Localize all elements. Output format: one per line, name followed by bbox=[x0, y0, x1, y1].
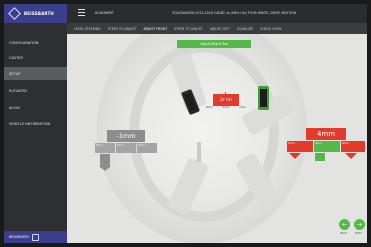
next-button[interactable]: → bbox=[354, 219, 365, 230]
tab-adjust-left[interactable]: ADJUST LEFT bbox=[210, 27, 230, 31]
brand-name: BEISSBARTH bbox=[24, 11, 54, 16]
alignment-scene: Adjust Right Toe 2mm 0mm 0mm 0mm -1mm 0m… bbox=[67, 34, 367, 243]
toe-scale: 0mm 0mm 0mm bbox=[206, 106, 246, 116]
back-label: BACK bbox=[340, 232, 348, 235]
caster-cell: 0mm bbox=[314, 141, 340, 152]
menu-icon[interactable] bbox=[78, 9, 85, 17]
camber-pointer-arrow bbox=[99, 166, 111, 171]
vehicle-info: VOLKSWAGEN 2015-2016 CADDY 4x (MK4+4x) F… bbox=[172, 11, 297, 15]
caster-indicator: 4mm 1mm 0mm 0mm bbox=[287, 128, 365, 161]
tab-check-level[interactable]: CHECK LEVEL bbox=[260, 27, 282, 31]
center-guide bbox=[197, 142, 201, 162]
tab-adjust-front[interactable]: ADJUST FRONT bbox=[143, 27, 167, 31]
logo-diamond-icon bbox=[8, 7, 21, 20]
toe-marker bbox=[225, 92, 226, 106]
camber-cell: 0mm bbox=[137, 143, 157, 153]
sidebar-item-caster[interactable]: CASTER bbox=[4, 51, 67, 64]
right-wheel-icon bbox=[258, 86, 269, 110]
sidebar-item-setup[interactable]: SETUP bbox=[4, 67, 67, 80]
sidebar: BEISSBARTH CONFIGURATION CASTER SETUP EL… bbox=[4, 4, 67, 243]
top-bar: ALIGNMENT VOLKSWAGEN 2015-2016 CADDY 4x … bbox=[67, 4, 367, 23]
camber-value: -1mm bbox=[107, 130, 145, 142]
external-link-icon bbox=[31, 233, 39, 241]
toe-value-badge: 2mm bbox=[213, 94, 239, 106]
camber-scale: 0mm 0mm 0mm bbox=[95, 143, 157, 153]
toe-scale-label: 0mm bbox=[222, 106, 230, 109]
caster-value: 4mm bbox=[306, 128, 346, 140]
instruction-banner: Adjust Right Toe bbox=[177, 40, 251, 48]
caster-pointer-center bbox=[315, 153, 325, 161]
toe-scale-label: 0mm bbox=[206, 106, 213, 109]
camber-indicator: -1mm 0mm 0mm 0mm bbox=[95, 130, 157, 171]
sidebar-item-align[interactable]: ALIGN bbox=[4, 101, 67, 114]
sidebar-item-vehicle-information[interactable]: VEHICLE INFORMATION bbox=[4, 117, 67, 130]
caster-cell: 0mm bbox=[341, 141, 365, 152]
toe-scale-label: 0mm bbox=[239, 106, 246, 109]
sidebar-item-elevated[interactable]: ELEVATED bbox=[4, 84, 67, 97]
tab-steer-to-adjust[interactable]: STEER TO ADJUST bbox=[108, 27, 137, 31]
next-label: NEXT bbox=[355, 232, 362, 235]
tab-level-steering[interactable]: LEVEL STEERING bbox=[74, 27, 101, 31]
app-window: BEISSBARTH CONFIGURATION CASTER SETUP EL… bbox=[4, 4, 367, 243]
step-tabs: LEVEL STEERING STEER TO ADJUST ADJUST FR… bbox=[67, 23, 367, 34]
tab-equalize[interactable]: EQUALIZE bbox=[237, 27, 253, 31]
camber-cell: 0mm bbox=[95, 143, 115, 153]
caster-cell: 1mm bbox=[287, 141, 313, 152]
back-button[interactable]: ← bbox=[339, 219, 350, 230]
caster-pointers bbox=[287, 153, 365, 161]
sidebar-footer-label: BEISSBARTH bbox=[9, 235, 29, 239]
sidebar-footer[interactable]: BEISSBARTH bbox=[4, 231, 67, 243]
sidebar-item-configuration[interactable]: CONFIGURATION bbox=[4, 36, 67, 49]
caster-pointer-left bbox=[289, 153, 301, 159]
page-title: ALIGNMENT bbox=[95, 11, 114, 15]
camber-pointer bbox=[100, 154, 110, 166]
caster-pointer-right bbox=[345, 153, 357, 159]
camber-cell: 0mm bbox=[116, 143, 136, 153]
tab-steer-to-adjust-2[interactable]: STEER TO ADJUST bbox=[174, 27, 203, 31]
caster-scale: 1mm 0mm 0mm bbox=[287, 141, 365, 152]
brand-header: BEISSBARTH bbox=[4, 4, 67, 23]
